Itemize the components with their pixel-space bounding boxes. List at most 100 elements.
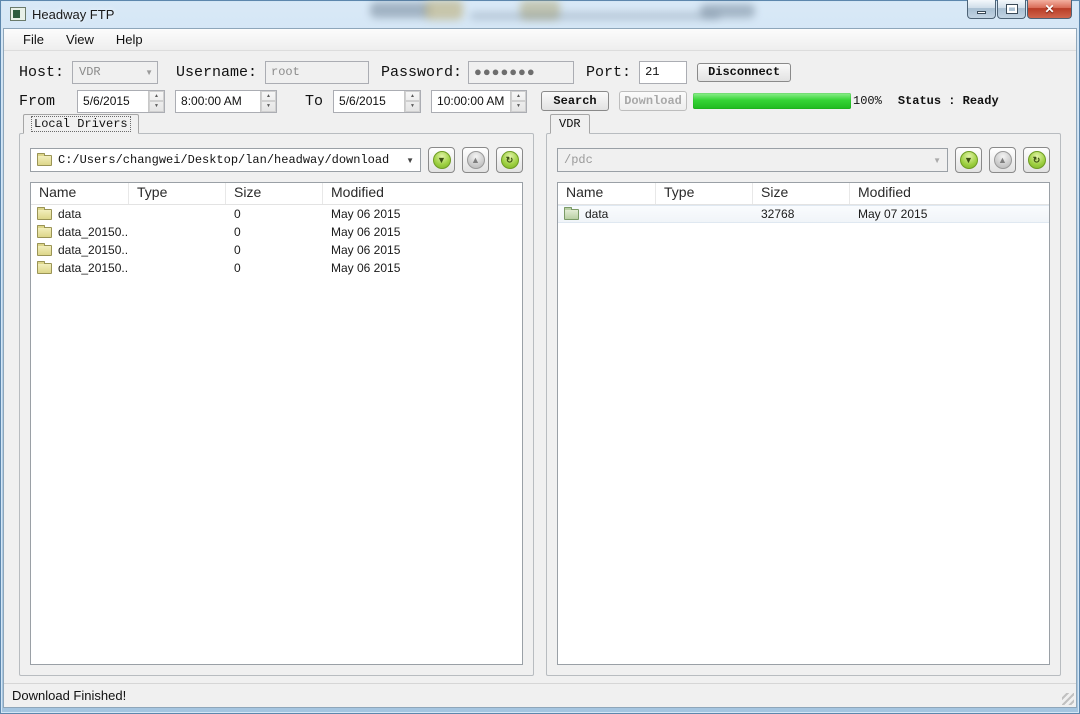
spin-up-icon[interactable]: ▲ bbox=[261, 91, 276, 102]
resize-grip[interactable] bbox=[1062, 693, 1074, 705]
minimize-button[interactable] bbox=[967, 0, 996, 19]
chevron-down-icon: ▼ bbox=[933, 156, 941, 165]
to-time-value: 10:00:00 AM bbox=[432, 91, 510, 112]
tab-vdr-label: VDR bbox=[559, 117, 581, 131]
file-modified: May 06 2015 bbox=[323, 261, 522, 275]
port-field[interactable]: 21 bbox=[639, 61, 687, 84]
title-bar[interactable]: Headway FTP ✕ bbox=[0, 0, 1080, 28]
folder-icon bbox=[37, 155, 52, 166]
from-date-spinbox[interactable]: 5/6/2015 ▲▼ bbox=[77, 90, 165, 113]
download-button[interactable]: Download bbox=[619, 91, 687, 111]
refresh-icon: ↻ bbox=[501, 151, 519, 169]
tab-local-drivers[interactable]: Local Drivers bbox=[23, 114, 139, 134]
tab-vdr[interactable]: VDR bbox=[550, 114, 590, 134]
host-value: VDR bbox=[79, 65, 145, 79]
table-row[interactable]: data_20150... 0 May 06 2015 bbox=[31, 241, 522, 259]
table-row[interactable]: data 0 May 06 2015 bbox=[31, 205, 522, 223]
local-upload-arrow-button[interactable]: ▲ bbox=[462, 147, 489, 173]
local-refresh-button[interactable]: ↻ bbox=[496, 147, 523, 173]
remote-list-header: Name Type Size Modified bbox=[558, 183, 1049, 205]
spin-up-icon[interactable]: ▲ bbox=[511, 91, 526, 102]
spin-down-icon[interactable]: ▼ bbox=[149, 101, 164, 112]
filter-toolbar: From 5/6/2015 ▲▼ 8:00:00 AM ▲▼ To 5/6/20… bbox=[4, 87, 1076, 115]
file-modified: May 06 2015 bbox=[323, 243, 522, 257]
close-button[interactable]: ✕ bbox=[1027, 0, 1072, 19]
from-label: From bbox=[19, 93, 55, 110]
file-size: 32768 bbox=[753, 207, 850, 221]
menu-file[interactable]: File bbox=[12, 30, 55, 49]
local-file-list: Name Type Size Modified data 0 May 06 20… bbox=[30, 182, 523, 665]
close-icon: ✕ bbox=[1044, 2, 1054, 16]
from-date-value: 5/6/2015 bbox=[78, 91, 148, 112]
file-size: 0 bbox=[226, 207, 323, 221]
search-button[interactable]: Search bbox=[541, 91, 609, 111]
window-title: Headway FTP bbox=[32, 7, 114, 22]
host-combobox[interactable]: VDR ▼ bbox=[72, 61, 158, 84]
folder-icon bbox=[564, 209, 579, 220]
file-modified: May 06 2015 bbox=[323, 225, 522, 239]
column-header-name[interactable]: Name bbox=[31, 183, 129, 204]
file-modified: May 06 2015 bbox=[323, 207, 522, 221]
file-name: data_20150... bbox=[58, 243, 129, 257]
maximize-icon bbox=[1007, 5, 1017, 13]
remote-groupbox: /pdc ▼ ▼ ▲ ↻ Name Type Size Modified bbox=[546, 133, 1061, 676]
folder-icon bbox=[37, 209, 52, 220]
password-field[interactable]: ●●●●●●● bbox=[468, 61, 574, 84]
from-time-spinbox[interactable]: 8:00:00 AM ▲▼ bbox=[175, 90, 277, 113]
chevron-down-icon: ▼ bbox=[145, 68, 153, 77]
column-header-modified[interactable]: Modified bbox=[850, 183, 1049, 204]
file-modified: May 07 2015 bbox=[850, 207, 1049, 221]
local-groupbox: C:/Users/changwei/Desktop/lan/headway/do… bbox=[19, 133, 534, 676]
app-window: Headway FTP ✕ File View Help Host: VDR ▼… bbox=[0, 0, 1080, 714]
table-row[interactable]: data_20150... 0 May 06 2015 bbox=[31, 259, 522, 277]
column-header-size[interactable]: Size bbox=[753, 183, 850, 204]
status-message: Download Finished! bbox=[12, 688, 126, 703]
remote-download-arrow-button[interactable]: ▼ bbox=[955, 147, 982, 173]
panels-container: Local Drivers C:/Users/changwei/Desktop/… bbox=[19, 114, 1061, 676]
local-path-combobox[interactable]: C:/Users/changwei/Desktop/lan/headway/do… bbox=[30, 148, 421, 172]
remote-refresh-button[interactable]: ↻ bbox=[1023, 147, 1050, 173]
spin-up-icon[interactable]: ▲ bbox=[405, 91, 420, 102]
maximize-button[interactable] bbox=[997, 0, 1026, 19]
spin-up-icon[interactable]: ▲ bbox=[149, 91, 164, 102]
to-label: To bbox=[305, 93, 323, 110]
disconnect-button[interactable]: Disconnect bbox=[697, 63, 791, 82]
remote-file-list: Name Type Size Modified data 32768 May 0… bbox=[557, 182, 1050, 665]
column-header-type[interactable]: Type bbox=[656, 183, 753, 204]
remote-upload-arrow-button[interactable]: ▲ bbox=[989, 147, 1016, 173]
to-date-spinbox[interactable]: 5/6/2015 ▲▼ bbox=[333, 90, 421, 113]
menu-bar: File View Help bbox=[4, 29, 1076, 51]
menu-view[interactable]: View bbox=[55, 30, 105, 49]
to-time-spinbox[interactable]: 10:00:00 AM ▲▼ bbox=[431, 90, 527, 113]
column-header-size[interactable]: Size bbox=[226, 183, 323, 204]
file-name: data_20150... bbox=[58, 225, 129, 239]
download-arrow-icon: ▼ bbox=[960, 151, 978, 169]
file-name: data_20150... bbox=[58, 261, 129, 275]
remote-panel: VDR /pdc ▼ ▼ ▲ ↻ Name bbox=[546, 114, 1061, 676]
table-row[interactable]: data_20150... 0 May 06 2015 bbox=[31, 223, 522, 241]
local-download-arrow-button[interactable]: ▼ bbox=[428, 147, 455, 173]
table-row[interactable]: data 32768 May 07 2015 bbox=[558, 205, 1049, 223]
spin-down-icon[interactable]: ▼ bbox=[511, 101, 526, 112]
local-path-value: C:/Users/changwei/Desktop/lan/headway/do… bbox=[58, 153, 400, 167]
password-label: Password: bbox=[381, 64, 462, 81]
status-text: Status : Ready bbox=[898, 94, 999, 108]
column-header-type[interactable]: Type bbox=[129, 183, 226, 204]
file-name: data bbox=[58, 207, 81, 221]
username-field[interactable]: root bbox=[265, 61, 369, 84]
file-name: data bbox=[585, 207, 608, 221]
folder-icon bbox=[37, 227, 52, 238]
remote-path-combobox[interactable]: /pdc ▼ bbox=[557, 148, 948, 172]
column-header-name[interactable]: Name bbox=[558, 183, 656, 204]
port-label: Port: bbox=[586, 64, 631, 81]
download-arrow-icon: ▼ bbox=[433, 151, 451, 169]
to-date-value: 5/6/2015 bbox=[334, 91, 404, 112]
file-size: 0 bbox=[226, 261, 323, 275]
tab-local-drivers-label: Local Drivers bbox=[32, 117, 130, 131]
column-header-modified[interactable]: Modified bbox=[323, 183, 522, 204]
spin-down-icon[interactable]: ▼ bbox=[261, 101, 276, 112]
progress-percent: 100% bbox=[853, 94, 882, 108]
menu-help[interactable]: Help bbox=[105, 30, 154, 49]
spin-down-icon[interactable]: ▼ bbox=[405, 101, 420, 112]
remote-path-value: /pdc bbox=[564, 153, 927, 167]
